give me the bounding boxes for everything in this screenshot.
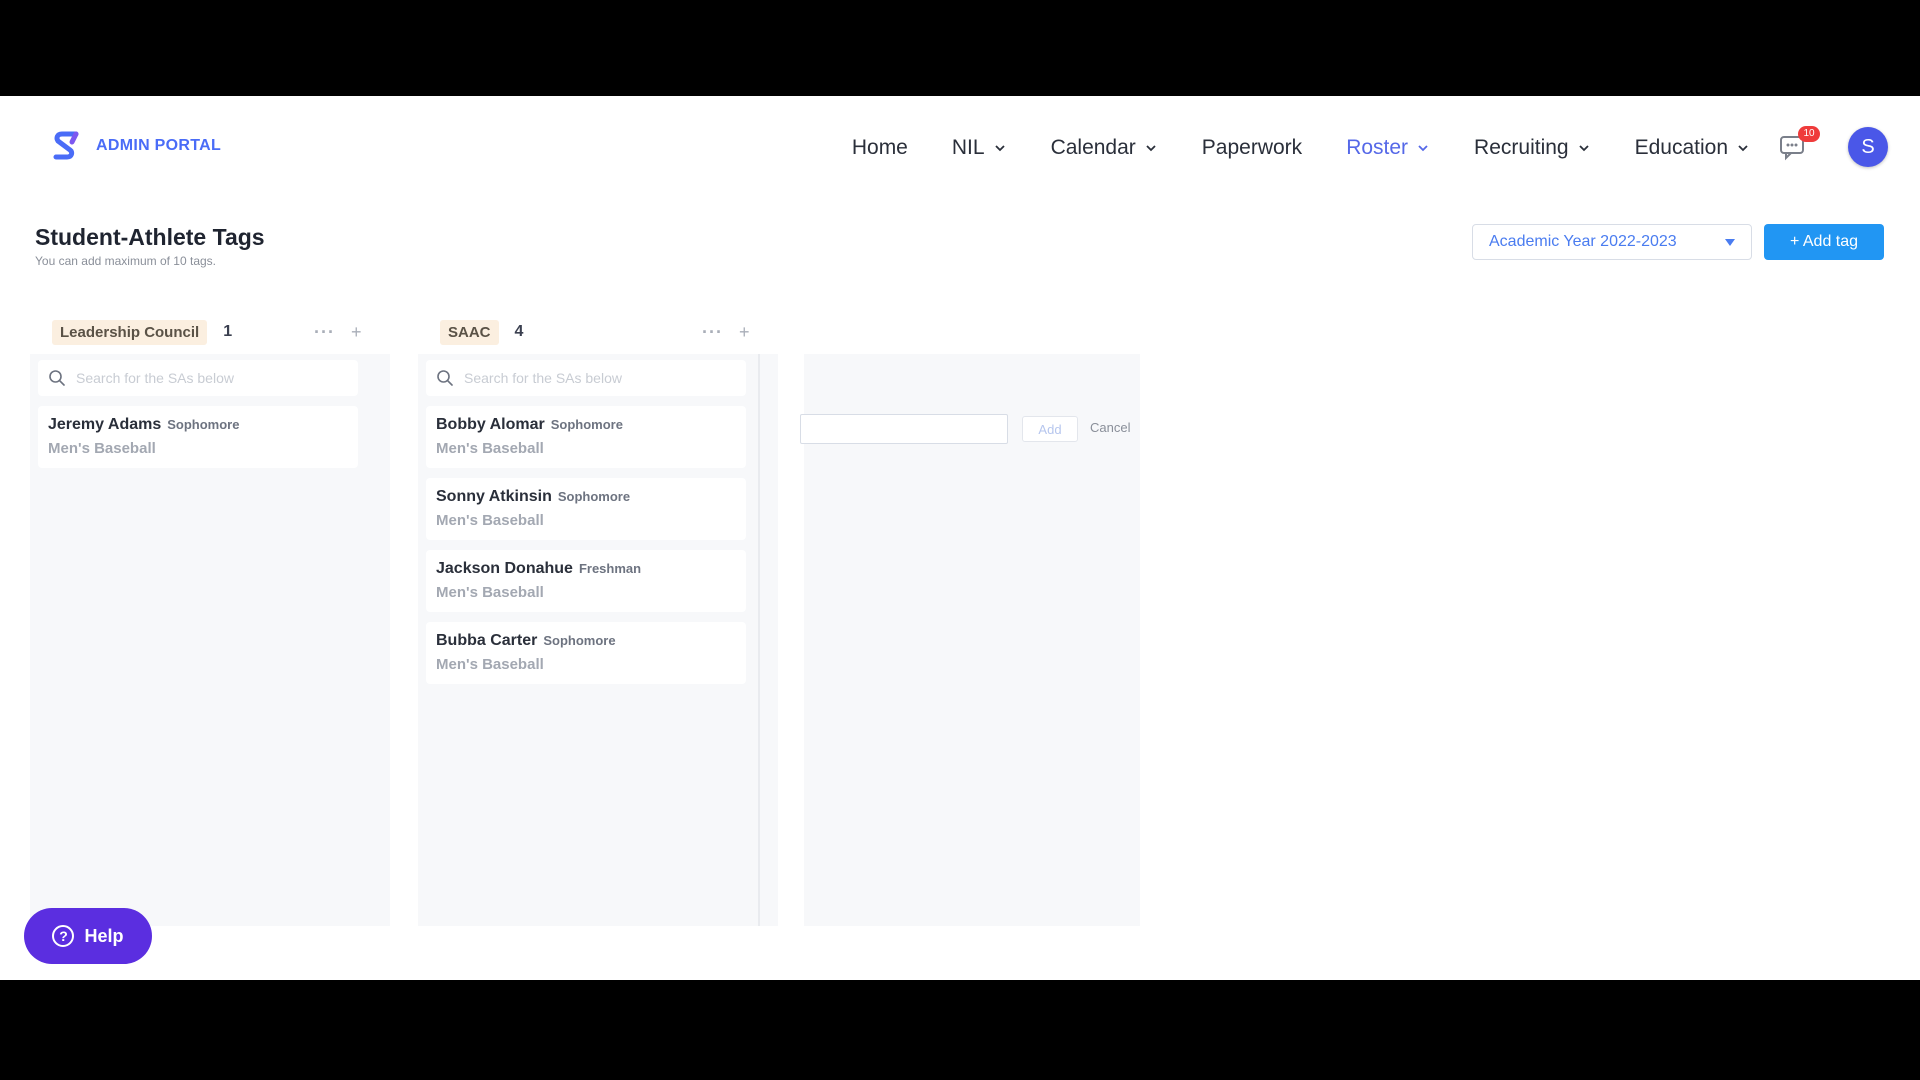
athlete-name: Jeremy Adams xyxy=(48,416,162,433)
athlete-year: Sophomore xyxy=(557,489,631,504)
tag-count: 4 xyxy=(514,323,524,340)
notification-badge: 10 xyxy=(1798,126,1820,142)
column-search xyxy=(426,360,746,396)
chevron-down-icon xyxy=(994,145,1005,152)
column-search xyxy=(38,360,358,396)
list-item[interactable]: Jackson Donahue Freshman Men's Baseball xyxy=(426,550,746,612)
athlete-name: Bubba Carter xyxy=(436,632,538,649)
tag-chip[interactable]: Leadership Council xyxy=(52,319,208,345)
question-mark-icon: ? xyxy=(52,925,75,947)
help-button[interactable]: ? Help xyxy=(24,908,152,964)
more-options-icon[interactable]: ··· xyxy=(314,322,335,343)
top-navigation: ADMIN PORTAL Home NIL Calendar Paperwork… xyxy=(0,96,1920,200)
chevron-down-icon xyxy=(1738,145,1748,152)
nav-nil-label: NIL xyxy=(951,136,985,159)
nav-nil[interactable]: NIL xyxy=(952,136,1007,160)
page-title: Student-Athlete Tags xyxy=(35,224,265,250)
nav-education-label: Education xyxy=(1634,136,1728,159)
column-header-saac: SAAC 4 xyxy=(440,318,523,346)
caret-down-icon xyxy=(1725,239,1735,246)
new-tag-cancel-button[interactable]: Cancel xyxy=(1090,420,1130,435)
search-icon xyxy=(437,370,453,386)
athlete-sport: Men's Baseball xyxy=(48,440,156,457)
athlete-name: Jackson Donahue xyxy=(436,560,573,577)
brand-name: ADMIN PORTAL xyxy=(96,137,222,154)
page-subtitle: You can add maximum of 10 tags. xyxy=(35,254,216,268)
chevron-down-icon xyxy=(1418,145,1428,152)
brand[interactable]: ADMIN PORTAL xyxy=(52,130,221,162)
new-tag-add-button[interactable]: Add xyxy=(1022,416,1078,442)
athlete-year: Freshman xyxy=(578,561,642,576)
plus-icon[interactable]: + xyxy=(351,322,362,343)
search-icon xyxy=(49,370,65,386)
athlete-year: Sophomore xyxy=(167,417,240,432)
main-nav: Home NIL Calendar Paperwork Roster Recru… xyxy=(852,132,1750,164)
chevron-down-icon xyxy=(1578,145,1589,152)
column-actions: ··· + xyxy=(702,318,750,346)
athlete-name: Bobby Alomar xyxy=(436,416,545,433)
app-screen: ADMIN PORTAL Home NIL Calendar Paperwork… xyxy=(0,96,1920,980)
athlete-name: Sonny Atkinsin xyxy=(436,488,552,505)
avatar[interactable]: S xyxy=(1848,127,1888,167)
column-panel-saac: Bobby Alomar Sophomore Men's Baseball Son… xyxy=(418,354,778,926)
nav-recruiting[interactable]: Recruiting xyxy=(1474,136,1591,160)
chevron-down-icon xyxy=(1146,145,1156,152)
column-panel-leadership-council: Jeremy Adams Sophomore Men's Baseball xyxy=(30,354,390,926)
nav-roster[interactable]: Roster xyxy=(1346,136,1430,160)
list-item[interactable]: Jeremy Adams Sophomore Men's Baseball xyxy=(38,406,358,468)
tag-chip[interactable]: SAAC xyxy=(440,319,499,345)
search-input[interactable] xyxy=(462,369,736,387)
nav-home[interactable]: Home xyxy=(852,136,908,160)
tag-count: 1 xyxy=(223,323,233,340)
column-header-leadership-council: Leadership Council 1 xyxy=(52,318,232,346)
notifications-button[interactable]: 10 xyxy=(1778,126,1820,166)
athlete-sport: Men's Baseball xyxy=(436,440,544,457)
nav-paperwork[interactable]: Paperwork xyxy=(1202,136,1302,160)
nav-home-label: Home xyxy=(851,136,908,159)
nav-education[interactable]: Education xyxy=(1635,136,1750,160)
nav-paperwork-label: Paperwork xyxy=(1201,136,1303,159)
athlete-year: Sophomore xyxy=(543,633,616,648)
add-tag-button[interactable]: + Add tag xyxy=(1764,224,1884,260)
nav-roster-label: Roster xyxy=(1346,136,1409,159)
nav-calendar-label: Calendar xyxy=(1050,136,1136,159)
list-item[interactable]: Sonny Atkinsin Sophomore Men's Baseball xyxy=(426,478,746,540)
list-item[interactable]: Bobby Alomar Sophomore Men's Baseball xyxy=(426,406,746,468)
academic-year-value: Academic Year 2022-2023 xyxy=(1489,233,1677,250)
plus-icon[interactable]: + xyxy=(739,322,750,343)
academic-year-select[interactable]: Academic Year 2022-2023 xyxy=(1472,224,1752,260)
athlete-sport: Men's Baseball xyxy=(436,656,544,673)
help-label: Help xyxy=(84,925,124,946)
nav-recruiting-label: Recruiting xyxy=(1474,136,1569,159)
column-actions: ··· + xyxy=(314,318,362,346)
search-input[interactable] xyxy=(74,369,348,387)
more-options-icon[interactable]: ··· xyxy=(702,322,723,343)
new-tag-name-input[interactable] xyxy=(800,414,1008,444)
athlete-sport: Men's Baseball xyxy=(436,584,544,601)
athlete-year: Sophomore xyxy=(550,417,623,432)
nav-calendar[interactable]: Calendar xyxy=(1051,136,1158,160)
list-item[interactable]: Bubba Carter Sophomore Men's Baseball xyxy=(426,622,746,684)
brand-logo-icon xyxy=(53,131,79,160)
athlete-sport: Men's Baseball xyxy=(436,512,544,529)
column-divider xyxy=(758,354,760,926)
